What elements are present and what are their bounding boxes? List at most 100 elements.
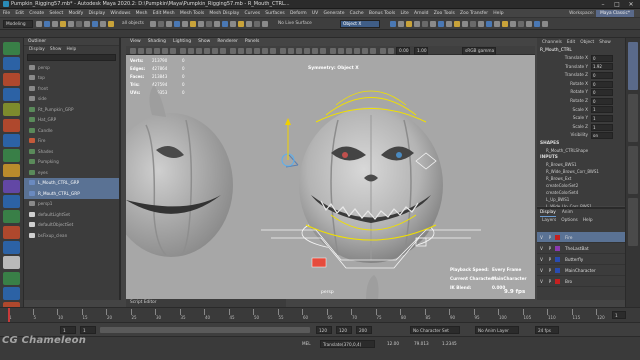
tool-icon[interactable] (3, 256, 20, 270)
layer-menu-item[interactable]: Options (561, 217, 578, 224)
menuset-dropdown[interactable]: Modeling (3, 20, 33, 28)
status-tool-icon[interactable] (84, 21, 90, 27)
menu-item[interactable]: Select (47, 11, 66, 16)
workspace-value[interactable]: Maya Classic* (596, 10, 634, 17)
outliner-item[interactable]: bsFixup_clean (24, 230, 119, 241)
tool-icon[interactable] (3, 118, 20, 132)
channel-row[interactable]: Scale Y1 (537, 114, 625, 123)
menu-item[interactable]: Help (491, 11, 506, 16)
channel-row[interactable]: Translate Z0 (537, 71, 625, 80)
gamma-a[interactable]: 0.00 (396, 46, 410, 55)
status-tool-icon[interactable] (92, 21, 98, 27)
input-node[interactable]: L_Up_BWS1 (537, 196, 625, 203)
menu-item[interactable]: Arnold (411, 11, 431, 16)
layer-row[interactable]: V P TheLastBat (537, 243, 625, 254)
script-editor-tab[interactable]: Script Editor (126, 299, 286, 307)
status-tool-icon[interactable] (238, 21, 244, 27)
side-tabs[interactable] (625, 38, 640, 328)
visibility-toggle[interactable]: V (537, 246, 546, 251)
status-tool-icon[interactable] (174, 21, 180, 27)
viewport-tool-icon[interactable] (330, 47, 336, 54)
outliner-menu-item[interactable]: Show (50, 46, 62, 53)
status-tool-icon[interactable] (190, 21, 196, 27)
viewport-tool-icon[interactable] (280, 47, 286, 54)
input-node[interactable]: createColorSet2 (537, 182, 625, 189)
range-bar[interactable] (100, 327, 310, 333)
menu-item[interactable]: Create (27, 11, 47, 16)
range-start-inner[interactable]: 1 (80, 326, 96, 334)
status-tool-icon[interactable] (166, 21, 172, 27)
playback-toggle[interactable]: P (546, 279, 554, 284)
menu-item[interactable]: Mesh (133, 11, 150, 16)
channel-menu-item[interactable]: Show (599, 38, 611, 47)
viewport-tool-icon[interactable] (188, 47, 194, 54)
outliner-item[interactable]: persp (24, 62, 119, 73)
playback-toggle[interactable]: P (546, 235, 554, 240)
menu-item[interactable]: UV (309, 11, 321, 16)
left-pumpkin[interactable] (126, 85, 233, 257)
status-tool-icon[interactable] (198, 21, 204, 27)
status-tool-icon[interactable] (398, 21, 404, 27)
viewport-tool-icon[interactable] (362, 47, 368, 54)
layer-row[interactable]: V P Fire (537, 232, 625, 243)
viewport-tool-icon[interactable] (320, 47, 326, 54)
status-tool-icon[interactable] (100, 21, 106, 27)
status-tool-icon[interactable] (390, 21, 396, 27)
layer-menu-item[interactable]: Layers (542, 217, 556, 224)
input-node[interactable]: R_Brows_Ext (537, 175, 625, 182)
channel-row[interactable]: Rotate X0 (537, 80, 625, 89)
status-tool-icon[interactable] (438, 21, 444, 27)
menu-item[interactable]: Surfaces (263, 11, 288, 16)
tool-icon[interactable] (3, 210, 20, 224)
channel-row[interactable]: Translate X0 (537, 54, 625, 63)
channel-value-field[interactable]: on (591, 132, 613, 140)
menu-item[interactable]: Lite (398, 11, 411, 16)
viewport-tool-icon[interactable] (170, 47, 176, 54)
viewport-tool-icon[interactable] (130, 47, 136, 54)
tool-icon[interactable] (3, 225, 20, 239)
maximize-icon[interactable]: □ (610, 0, 624, 9)
input-node[interactable]: R_Wide_Brows_Corr_BWS1 (537, 168, 625, 175)
status-tool-icon[interactable] (230, 21, 236, 27)
viewport-tool-icon[interactable] (254, 47, 260, 54)
channel-value-field[interactable]: 1.92 (591, 63, 613, 71)
outliner-item[interactable]: defaultLightSet (24, 209, 119, 220)
layer-row[interactable]: V P Bro (537, 276, 625, 287)
menu-item[interactable]: Windows (108, 11, 133, 16)
menu-item[interactable]: Curves (242, 11, 263, 16)
viewport-tool-icon[interactable] (204, 47, 210, 54)
status-tool-icon[interactable] (462, 21, 468, 27)
outliner-menu-item[interactable]: Help (66, 46, 76, 53)
viewport-tool-icon[interactable] (246, 47, 252, 54)
status-tool-icon[interactable] (44, 21, 50, 27)
viewport-tool-icon[interactable] (370, 47, 376, 54)
channel-row[interactable]: Rotate Y0 (537, 88, 625, 97)
outliner-item[interactable]: Hat_GRP (24, 115, 119, 126)
status-tool-icon[interactable] (214, 21, 220, 27)
channel-value-field[interactable]: 0 (591, 89, 613, 97)
outliner-item[interactable]: Shades (24, 146, 119, 157)
tool-icon[interactable] (3, 240, 20, 254)
tool-icon[interactable] (3, 286, 20, 300)
viewport-menu-item[interactable]: Shading (148, 38, 166, 46)
channel-value-field[interactable]: 0 (591, 54, 613, 62)
status-tool-icon[interactable] (406, 21, 412, 27)
outliner-item[interactable]: persp1 (24, 199, 119, 210)
status-tool-icon[interactable] (422, 21, 428, 27)
viewport-tool-icon[interactable] (288, 47, 294, 54)
channel-value-field[interactable]: 1 (591, 106, 613, 114)
channel-value-field[interactable]: 1 (591, 114, 613, 122)
gamma-b[interactable]: 1.00 (414, 46, 428, 55)
layer-tab[interactable]: Anim (562, 209, 573, 217)
status-tool-icon[interactable] (206, 21, 212, 27)
status-tool-icon[interactable] (262, 21, 268, 27)
visibility-toggle[interactable]: V (537, 268, 546, 273)
status-tool-icon[interactable] (60, 21, 66, 27)
viewport-tool-icon[interactable] (146, 47, 152, 54)
range-end[interactable]: 120 (336, 326, 352, 334)
status-tool-icon[interactable] (454, 21, 460, 27)
outliner-item[interactable]: front (24, 83, 119, 94)
viewport-tool-icon[interactable] (262, 47, 268, 54)
tool-icon[interactable] (3, 195, 20, 208)
status-tool-icon[interactable] (246, 21, 252, 27)
